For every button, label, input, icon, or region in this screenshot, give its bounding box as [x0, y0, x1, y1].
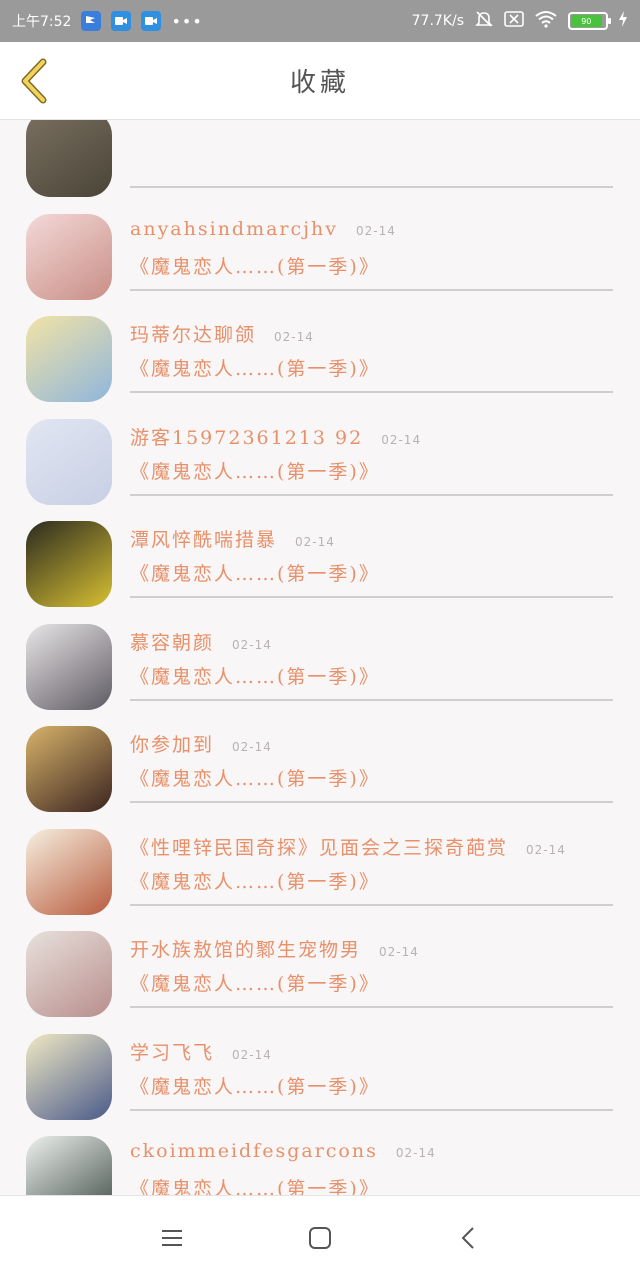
- date: 02-14: [379, 945, 419, 959]
- avatar[interactable]: [26, 623, 112, 710]
- list-item[interactable]: 慕容朝颜 02-14 《魔鬼恋人……(第一季)》: [0, 600, 640, 710]
- list-item[interactable]: 你参加到 02-14 《魔鬼恋人……(第一季)》: [0, 702, 640, 812]
- item-body: 你参加到 02-14 《魔鬼恋人……(第一季)》: [130, 718, 613, 803]
- user-name: 慕容朝颜: [130, 631, 215, 654]
- battery-level: 90: [571, 15, 602, 27]
- favorites-list[interactable]: anyahsindmarcjhv 02-14 《魔鬼恋人……(第一季)》 玛蒂尔达聊颌…: [0, 120, 640, 1195]
- avatar[interactable]: [26, 1136, 112, 1195]
- more-notifications-icon: •••: [171, 11, 203, 31]
- name-row: 游客15972361213 92 02-14: [130, 411, 613, 455]
- item-body: 开水族敖馆的鄹生宠物男 02-14 《魔鬼恋人……(第一季)》: [130, 923, 613, 1008]
- list-item[interactable]: anyahsindmarcjhv 02-14 《魔鬼恋人……(第一季)》: [0, 190, 640, 300]
- avatar[interactable]: [26, 418, 112, 505]
- name-row: 学习飞飞 02-14: [130, 1026, 613, 1070]
- name-row: 《性哩锌民国奇探》见面会之三探奇葩赏 02-14: [130, 821, 613, 865]
- favorite-title[interactable]: 《魔鬼恋人……(第一季)》: [130, 354, 613, 381]
- list-item[interactable]: 学习飞飞 02-14 《魔鬼恋人……(第一季)》: [0, 1010, 640, 1120]
- list-item[interactable]: [0, 120, 640, 197]
- date: 02-14: [381, 432, 422, 447]
- date: 02-14: [356, 223, 396, 238]
- avatar[interactable]: [26, 316, 112, 402]
- name-row: anyahsindmarcjhv 02-14: [130, 206, 613, 250]
- user-name: 《性哩锌民国奇探》见面会之三探奇葩赏: [130, 836, 509, 859]
- menu-icon: [162, 1230, 182, 1246]
- video-app-icon: [141, 11, 162, 31]
- home-square-icon: [309, 1227, 331, 1249]
- battery-icon: 90: [568, 12, 611, 30]
- date: 02-14: [232, 1047, 272, 1062]
- favorite-title[interactable]: 《魔鬼恋人……(第一季)》: [130, 1072, 613, 1099]
- mute-icon: [474, 9, 494, 33]
- favorite-title[interactable]: 《魔鬼恋人……(第一季)》: [130, 559, 613, 586]
- user-name: 游客15972361213 92: [130, 426, 364, 449]
- date: 02-14: [232, 740, 272, 754]
- item-body: 学习飞飞 02-14 《魔鬼恋人……(第一季)》: [130, 1026, 613, 1111]
- favorite-title[interactable]: 《魔鬼恋人……(第一季)》: [130, 867, 613, 894]
- date: 02-14: [232, 637, 272, 652]
- favorite-title[interactable]: 《魔鬼恋人……(第一季)》: [130, 252, 613, 279]
- status-time: 上午7:52: [12, 14, 72, 30]
- wifi-icon: [534, 10, 558, 32]
- date: 02-14: [526, 842, 566, 857]
- back-triangle-icon: [461, 1227, 474, 1249]
- item-body: 慕容朝颜 02-14 《魔鬼恋人……(第一季)》: [130, 616, 613, 701]
- sim-icon: [504, 10, 524, 32]
- list-item[interactable]: 《性哩锌民国奇探》见面会之三探奇葩赏 02-14 《魔鬼恋人……(第一季)》: [0, 805, 640, 915]
- user-name: ckoimmeidfesgarcons: [130, 1140, 378, 1162]
- list-item[interactable]: 游客15972361213 92 02-14 《魔鬼恋人……(第一季)》: [0, 395, 640, 505]
- item-body: 《性哩锌民国奇探》见面会之三探奇葩赏 02-14 《魔鬼恋人……(第一季)》: [130, 821, 613, 906]
- favorite-title[interactable]: 《魔鬼恋人……(第一季)》: [130, 969, 613, 996]
- avatar[interactable]: [26, 1033, 112, 1120]
- item-body: ckoimmeidfesgarcons 02-14 《魔鬼恋人……(第一季)》: [130, 1128, 613, 1195]
- user-name: 开水族敖馆的鄹生宠物男: [130, 939, 362, 961]
- avatar[interactable]: [26, 931, 112, 1017]
- system-nav-bar: [0, 1195, 640, 1280]
- user-name: 学习飞飞: [130, 1041, 215, 1064]
- user-name: anyahsindmarcjhv: [130, 217, 339, 240]
- date: 02-14: [295, 535, 335, 549]
- status-bar: 上午7:52 ••• 77.7K/s 90: [0, 0, 640, 42]
- user-name: 玛蒂尔达聊颌: [130, 324, 257, 346]
- name-row: 开水族敖馆的鄹生宠物男 02-14: [130, 923, 613, 967]
- name-row: 玛蒂尔达聊颌 02-14: [130, 308, 613, 352]
- list-item[interactable]: ckoimmeidfesgarcons 02-14 《魔鬼恋人……(第一季)》: [0, 1112, 640, 1195]
- item-body: 游客15972361213 92 02-14 《魔鬼恋人……(第一季)》: [130, 411, 613, 496]
- name-row: 潭风悴酰喘措暴 02-14: [130, 513, 613, 557]
- home-button[interactable]: [300, 1218, 340, 1258]
- item-body: [130, 120, 613, 188]
- name-row: ckoimmeidfesgarcons 02-14: [130, 1128, 613, 1172]
- favorite-title[interactable]: 《魔鬼恋人……(第一季)》: [130, 1174, 613, 1195]
- list-item[interactable]: 开水族敖馆的鄹生宠物男 02-14 《魔鬼恋人……(第一季)》: [0, 907, 640, 1017]
- date: 02-14: [274, 330, 314, 344]
- user-name: 潭风悴酰喘措暴: [130, 529, 278, 551]
- favorite-title[interactable]: 《魔鬼恋人……(第一季)》: [130, 662, 613, 689]
- menu-button[interactable]: [152, 1218, 192, 1258]
- name-row: 慕容朝颜 02-14: [130, 616, 613, 660]
- item-body: anyahsindmarcjhv 02-14 《魔鬼恋人……(第一季)》: [130, 206, 613, 291]
- charging-icon: [618, 11, 628, 31]
- avatar[interactable]: [26, 213, 112, 300]
- name-row: [130, 120, 613, 147]
- favorite-title[interactable]: 《魔鬼恋人……(第一季)》: [130, 764, 613, 791]
- avatar[interactable]: [26, 828, 112, 915]
- list-item[interactable]: 潭风悴酰喘措暴 02-14 《魔鬼恋人……(第一季)》: [0, 497, 640, 607]
- user-name: 你参加到: [130, 734, 215, 756]
- list-item[interactable]: 玛蒂尔达聊颌 02-14 《魔鬼恋人……(第一季)》: [0, 292, 640, 402]
- video-app-icon: [111, 11, 132, 31]
- avatar[interactable]: [26, 521, 112, 607]
- item-body: 潭风悴酰喘措暴 02-14 《魔鬼恋人……(第一季)》: [130, 513, 613, 598]
- page-title: 收藏: [289, 68, 350, 98]
- back-nav-button[interactable]: [448, 1218, 488, 1258]
- chevron-left-icon: [21, 58, 47, 104]
- avatar[interactable]: [26, 120, 112, 197]
- app-flag-icon: [81, 11, 102, 31]
- name-row: 你参加到 02-14: [130, 718, 613, 762]
- back-button[interactable]: [14, 56, 54, 106]
- network-speed: 77.7K/s: [411, 13, 464, 29]
- header: 收藏: [0, 42, 640, 120]
- favorite-title[interactable]: 《魔鬼恋人……(第一季)》: [130, 457, 613, 484]
- date: 02-14: [395, 1146, 436, 1160]
- item-body: 玛蒂尔达聊颌 02-14 《魔鬼恋人……(第一季)》: [130, 308, 613, 393]
- avatar[interactable]: [26, 726, 112, 812]
